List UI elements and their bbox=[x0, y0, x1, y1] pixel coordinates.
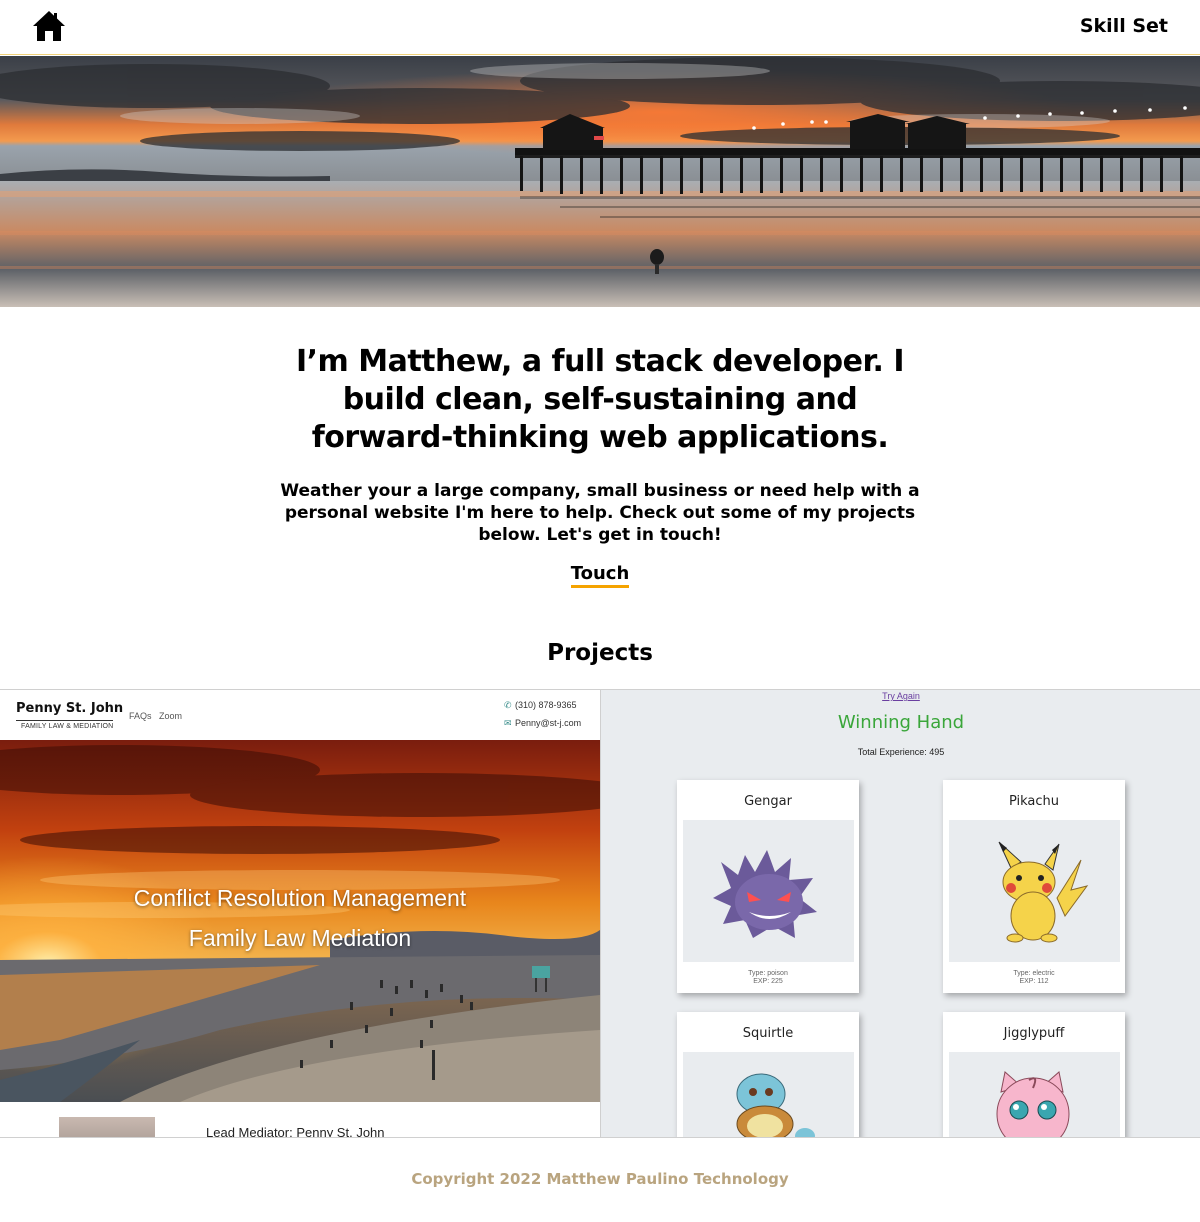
lead-mediator-label: Lead Mediator: Penny St. John bbox=[206, 1125, 385, 1138]
card-exp-text: EXP: 225 bbox=[753, 978, 783, 985]
mediation-banner-line1: Conflict Resolution Management bbox=[133, 885, 467, 911]
card-type-text: Type: electric bbox=[1013, 970, 1055, 977]
card-name: Squirtle bbox=[742, 1026, 794, 1041]
try-again-link[interactable]: Try Again bbox=[601, 691, 1200, 701]
projects-heading: Projects bbox=[547, 640, 653, 666]
pokemon-card-pikachu: Pikachu Type: electric EXP: 112 bbox=[943, 780, 1125, 993]
mail-icon: ✉ bbox=[504, 718, 512, 728]
card-name: Gengar bbox=[744, 794, 792, 809]
card-exp-text: EXP: 112 bbox=[1019, 978, 1049, 985]
intro-headline: I’m Matthew, a full stack developer. I b… bbox=[295, 344, 905, 455]
mediation-phone: ✆ (310) 878-9365 bbox=[504, 700, 577, 711]
mediation-brand-sub: FAMILY LAW & MEDIATION bbox=[21, 723, 114, 730]
mediation-email: ✉ Penny@st-j.com bbox=[504, 718, 581, 729]
pokemon-card-gengar: Gengar Type: poison EXP: 225 bbox=[677, 780, 859, 993]
project-pokemon-preview[interactable]: Try Again Winning Hand Total Experience:… bbox=[600, 690, 1200, 1137]
home-icon[interactable] bbox=[32, 9, 66, 43]
intro-subtext: Weather your a large company, small busi… bbox=[280, 481, 920, 545]
gengar-image bbox=[683, 820, 854, 962]
project-mediation-preview[interactable]: Penny St. John FAMILY LAW & MEDIATION FA… bbox=[0, 690, 600, 1138]
projects-gallery: Penny St. John FAMILY LAW & MEDIATION FA… bbox=[0, 689, 1200, 1138]
card-type: Type: electric EXP: 112 bbox=[943, 970, 1125, 986]
total-experience: Total Experience: 495 bbox=[857, 747, 945, 757]
card-type: Type: poison EXP: 225 bbox=[677, 970, 859, 986]
mediation-banner-line2: Family Law Mediation bbox=[188, 925, 412, 951]
touch-link-wrapper: Touch bbox=[560, 563, 640, 588]
pikachu-image bbox=[949, 820, 1120, 962]
mediator-photo bbox=[59, 1117, 155, 1137]
mediation-nav-zoom[interactable]: Zoom bbox=[159, 711, 182, 721]
mediation-email-text: Penny@st-j.com bbox=[515, 718, 582, 728]
card-name: Jigglypuff bbox=[1003, 1026, 1065, 1041]
mediation-banner-image: Conflict Resolution Management Family La… bbox=[0, 740, 600, 1102]
mediation-brand-underline bbox=[16, 720, 113, 721]
squirtle-image bbox=[683, 1052, 854, 1137]
jigglypuff-image bbox=[949, 1052, 1120, 1137]
hero-pier-image bbox=[0, 56, 1200, 307]
mediation-nav-faqs[interactable]: FAQs bbox=[129, 711, 152, 721]
touch-link[interactable]: Touch bbox=[570, 563, 630, 588]
card-name: Pikachu bbox=[1008, 794, 1060, 809]
mediation-brand: Penny St. John bbox=[16, 701, 124, 716]
winning-hand-title: Winning Hand bbox=[837, 712, 965, 733]
card-type-text: Type: poison bbox=[748, 970, 788, 977]
skill-set-link[interactable]: Skill Set bbox=[1080, 15, 1168, 37]
top-nav: Skill Set bbox=[0, 0, 1200, 55]
pokemon-card-squirtle: Squirtle bbox=[677, 1012, 859, 1137]
pokemon-card-jigglypuff: Jigglypuff bbox=[943, 1012, 1125, 1137]
mediation-phone-text: (310) 878-9365 bbox=[515, 700, 577, 710]
phone-icon: ✆ bbox=[504, 700, 512, 710]
footer-copyright: Copyright 2022 Matthew Paulino Technolog… bbox=[411, 1170, 789, 1188]
